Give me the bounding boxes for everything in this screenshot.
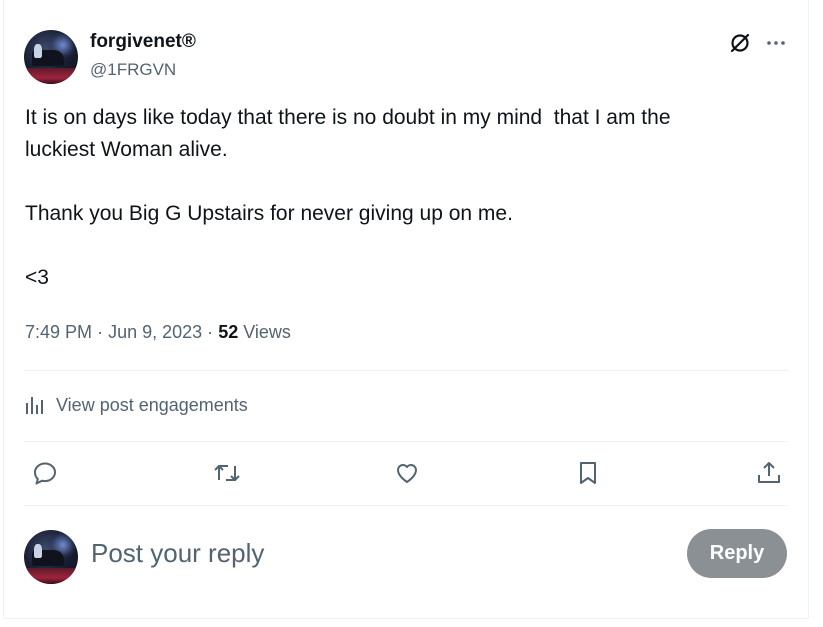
repost-button[interactable] — [212, 458, 242, 488]
view-engagements-link[interactable]: View post engagements — [24, 392, 248, 418]
post-text-line: <3 — [25, 266, 49, 289]
grok-icon[interactable] — [728, 31, 752, 55]
bar-chart-icon — [26, 397, 43, 414]
post-container — [3, 0, 809, 619]
current-user-avatar[interactable] — [24, 530, 78, 584]
meta-separator: · — [97, 322, 104, 342]
reply-icon — [34, 462, 56, 485]
post-time[interactable]: 7:49 PM — [25, 322, 92, 342]
divider — [24, 441, 788, 442]
post-text-line: Thank you Big G Upstairs for never givin… — [25, 202, 513, 225]
post-meta: 7:49 PM · Jun 9, 2023 · 52 Views — [25, 322, 291, 343]
post-text-line: luckiest Woman alive. — [25, 138, 228, 161]
post-text-line: It is on days like today that there is n… — [25, 106, 671, 129]
divider — [24, 370, 788, 371]
meta-separator: · — [207, 322, 214, 342]
share-button[interactable] — [754, 458, 784, 488]
more-options-icon[interactable] — [764, 31, 788, 55]
views-count: 52 — [218, 322, 239, 342]
share-icon — [758, 462, 780, 483]
author-handle[interactable]: @1FRGVN — [90, 60, 176, 80]
repost-icon — [214, 465, 240, 481]
reply-submit-button[interactable]: Reply — [687, 529, 787, 578]
post-date[interactable]: Jun 9, 2023 — [108, 322, 202, 342]
divider — [24, 505, 788, 506]
reply-input[interactable]: Post your reply — [91, 536, 651, 570]
like-button[interactable] — [392, 458, 422, 488]
views-label: Views — [243, 322, 291, 342]
author-avatar[interactable] — [24, 30, 78, 84]
author-display-name[interactable]: forgivenet® — [90, 31, 196, 53]
bookmark-icon — [580, 462, 596, 484]
reply-button[interactable] — [30, 458, 60, 488]
heart-icon — [397, 464, 417, 483]
view-engagements-label: View post engagements — [56, 394, 248, 415]
bookmark-button[interactable] — [573, 458, 603, 488]
